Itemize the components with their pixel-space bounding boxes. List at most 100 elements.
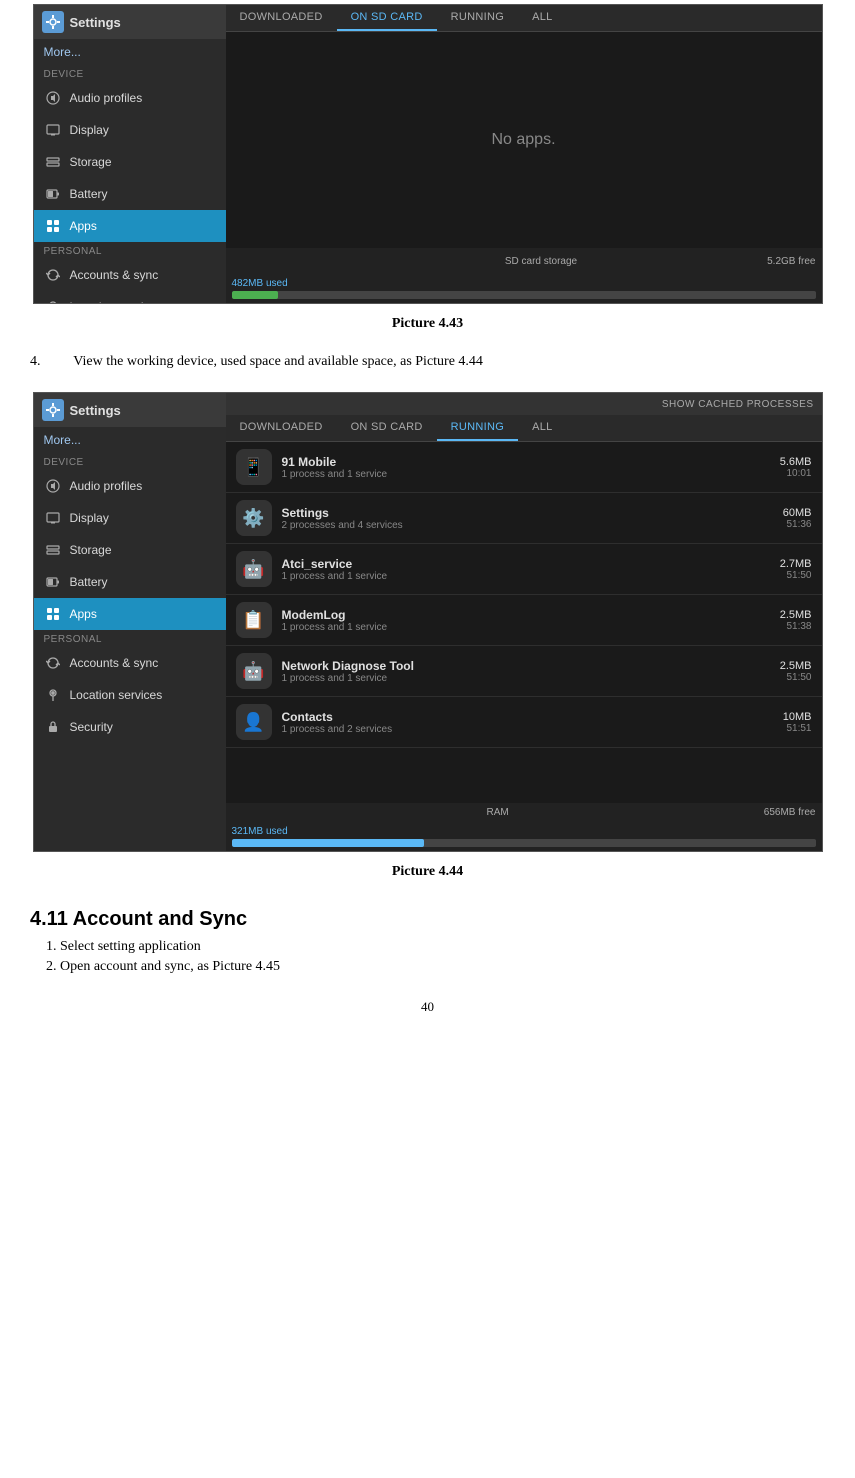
display-icon-2 [44, 509, 62, 527]
running-item-name: ModemLog [282, 608, 770, 622]
page-number: 40 [0, 985, 855, 1021]
running-item-stats: 60MB 51:36 [783, 507, 812, 530]
running-item-info: 91 Mobile 1 process and 1 service [282, 455, 770, 480]
running-item-name: Network Diagnose Tool [282, 659, 770, 673]
storage-icon [44, 153, 62, 171]
sidebar-header-2: Settings [34, 393, 226, 427]
storage-bar-outer-1 [232, 291, 816, 299]
running-item-stats: 2.5MB 51:50 [780, 660, 812, 683]
sidebar-label-location: Location services [70, 300, 163, 304]
no-apps-panel: No apps. [226, 32, 822, 248]
running-item-sub: 1 process and 1 service [282, 673, 770, 684]
storage-free-1: 5.2GB free [767, 256, 815, 267]
steps-list: Select setting application Open account … [0, 939, 855, 985]
sidebar-item-storage[interactable]: Storage [34, 146, 226, 178]
screenshot-1: Settings More... DEVICE Audio profiles D… [33, 4, 823, 304]
running-item-info: Network Diagnose Tool 1 process and 1 se… [282, 659, 770, 684]
apps-icon-2 [44, 605, 62, 623]
sidebar-label-battery-2: Battery [70, 575, 108, 589]
tab-onsdcard-2[interactable]: ON SD CARD [337, 415, 437, 441]
storage-type-label-2: RAM [487, 807, 509, 818]
running-item-sub: 1 process and 1 service [282, 622, 770, 633]
tab-all-1[interactable]: ALL [518, 5, 566, 31]
running-item[interactable]: 🤖 Atci_service 1 process and 1 service 2… [226, 544, 822, 595]
sidebar-label-accounts-2: Accounts & sync [70, 656, 159, 670]
running-item-time: 51:50 [780, 672, 812, 683]
personal-section-1: PERSONAL [34, 242, 226, 259]
running-item-size: 5.6MB [780, 456, 812, 468]
running-item-time: 51:36 [783, 519, 812, 530]
sidebar-title-2: Settings [70, 403, 121, 418]
tab-downloaded-2[interactable]: DOWNLOADED [226, 415, 337, 441]
sidebar-label-accounts: Accounts & sync [70, 268, 159, 282]
sidebar-2: Settings More... DEVICE Audio profiles D… [34, 393, 226, 851]
storage-label-1 [232, 257, 315, 268]
sidebar-item-location[interactable]: Location services [34, 291, 226, 304]
running-item-info: Settings 2 processes and 4 services [282, 506, 773, 531]
storage-bar-1: SD card storage 5.2GB free 482MB used [226, 248, 822, 303]
sidebar-item-location-2[interactable]: Location services [34, 679, 226, 711]
tab-onsdcard-1[interactable]: ON SD CARD [337, 5, 437, 31]
sidebar-item-audio-2[interactable]: Audio profiles [34, 470, 226, 502]
sidebar-label-location-2: Location services [70, 688, 163, 702]
no-apps-text: No apps. [491, 131, 555, 149]
running-item[interactable]: 📋 ModemLog 1 process and 1 service 2.5MB… [226, 595, 822, 646]
sync-icon [44, 266, 62, 284]
battery-icon [44, 185, 62, 203]
running-item[interactable]: 👤 Contacts 1 process and 2 services 10MB… [226, 697, 822, 748]
running-item[interactable]: 📱 91 Mobile 1 process and 1 service 5.6M… [226, 442, 822, 493]
sidebar-1: Settings More... DEVICE Audio profiles D… [34, 5, 226, 303]
running-item[interactable]: 🤖 Network Diagnose Tool 1 process and 1 … [226, 646, 822, 697]
sidebar-label-audio-2: Audio profiles [70, 479, 143, 493]
storage-used-2: 321MB used [232, 826, 288, 837]
sidebar-item-battery[interactable]: Battery [34, 178, 226, 210]
running-item-name: Atci_service [282, 557, 770, 571]
running-item-icon: 📱 [236, 449, 272, 485]
sidebar-item-storage-2[interactable]: Storage [34, 534, 226, 566]
main-content-1: DOWNLOADED ON SD CARD RUNNING ALL No app… [226, 5, 822, 303]
running-item-icon: 👤 [236, 704, 272, 740]
running-item-sub: 2 processes and 4 services [282, 520, 773, 531]
storage-type-label-1: SD card storage [505, 256, 577, 267]
running-item-info: Contacts 1 process and 2 services [282, 710, 773, 735]
sidebar-more-2[interactable]: More... [34, 427, 226, 453]
sidebar-item-apps[interactable]: Apps [34, 210, 226, 242]
running-item-name: Contacts [282, 710, 773, 724]
tab-downloaded-1[interactable]: DOWNLOADED [226, 5, 337, 31]
running-item[interactable]: ⚙️ Settings 2 processes and 4 services 6… [226, 493, 822, 544]
sidebar-label-storage: Storage [70, 155, 112, 169]
sidebar-item-security-2[interactable]: Security [34, 711, 226, 743]
sidebar-label-display-2: Display [70, 511, 109, 525]
sidebar-label-apps: Apps [70, 219, 97, 233]
tab-running-2[interactable]: RUNNING [437, 415, 518, 441]
device-section-2: DEVICE [34, 453, 226, 470]
step-number-4: 4. [30, 354, 70, 370]
running-item-stats: 10MB 51:51 [783, 711, 812, 734]
sidebar-item-display[interactable]: Display [34, 114, 226, 146]
running-item-stats: 5.6MB 10:01 [780, 456, 812, 479]
running-item-size: 10MB [783, 711, 812, 723]
running-item-size: 60MB [783, 507, 812, 519]
tab-all-2[interactable]: ALL [518, 415, 566, 441]
display-icon [44, 121, 62, 139]
sidebar-item-accounts-2[interactable]: Accounts & sync [34, 647, 226, 679]
tab-running-1[interactable]: RUNNING [437, 5, 518, 31]
sidebar-item-accounts[interactable]: Accounts & sync [34, 259, 226, 291]
sidebar-label-battery: Battery [70, 187, 108, 201]
sidebar-more-1[interactable]: More... [34, 39, 226, 65]
sidebar-item-battery-2[interactable]: Battery [34, 566, 226, 598]
main-content-2: SHOW CACHED PROCESSES DOWNLOADED ON SD C… [226, 393, 822, 851]
sidebar-label-security-2: Security [70, 720, 113, 734]
running-item-size: 2.5MB [780, 609, 812, 621]
sidebar-item-display-2[interactable]: Display [34, 502, 226, 534]
sidebar-item-apps-2[interactable]: Apps [34, 598, 226, 630]
running-list: 📱 91 Mobile 1 process and 1 service 5.6M… [226, 442, 822, 803]
sidebar-label-audio: Audio profiles [70, 91, 143, 105]
running-item-stats: 2.5MB 51:38 [780, 609, 812, 632]
running-item-time: 51:51 [783, 723, 812, 734]
running-item-icon: 🤖 [236, 551, 272, 587]
screenshot-2: Settings More... DEVICE Audio profiles D… [33, 392, 823, 852]
storage-bar-2: RAM 656MB free 321MB used [226, 803, 822, 851]
sidebar-item-audio[interactable]: Audio profiles [34, 82, 226, 114]
location-icon [44, 298, 62, 304]
